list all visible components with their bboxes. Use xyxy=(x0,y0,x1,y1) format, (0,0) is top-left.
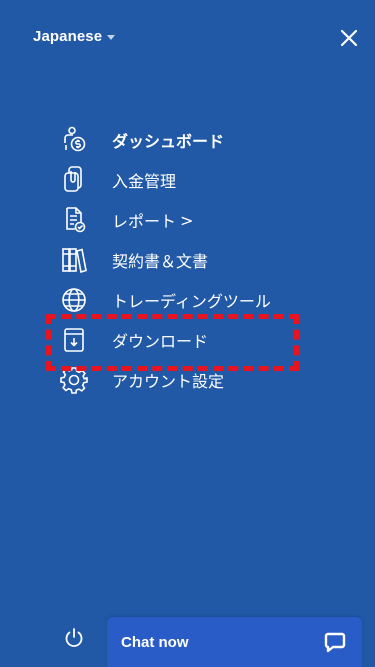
menu-item-account-settings[interactable]: アカウント設定 xyxy=(60,360,310,400)
language-selector[interactable]: Japanese xyxy=(33,28,116,45)
side-menu: ダッシュボード 入金管理 レポート > 契約書＆文書 トレーディングツール ダウ… xyxy=(60,120,310,400)
chevron-down-icon xyxy=(107,35,116,40)
menu-item-label: 契約書＆文書 xyxy=(112,252,209,271)
menu-item-label: トレーディングツール xyxy=(112,292,271,311)
close-icon[interactable] xyxy=(340,29,358,47)
menu-item-download[interactable]: ダウンロード xyxy=(60,320,310,360)
chevron-right-icon: > xyxy=(180,210,194,230)
language-label: Japanese xyxy=(33,28,103,45)
globe-tools-icon xyxy=(60,286,88,314)
menu-item-label: レポート xyxy=(112,212,177,231)
contracts-binders-icon xyxy=(60,246,88,274)
power-icon[interactable] xyxy=(63,627,85,649)
chat-bubble-icon xyxy=(324,632,346,653)
menu-item-label: アカウント設定 xyxy=(112,372,225,391)
menu-item-label: ダウンロード xyxy=(112,332,209,351)
funds-management-icon xyxy=(60,166,88,194)
chat-now-button[interactable]: Chat now xyxy=(107,617,362,667)
dashboard-person-dollar-icon xyxy=(60,126,88,154)
chat-label: Chat now xyxy=(121,633,189,651)
download-icon xyxy=(60,326,88,354)
gear-icon xyxy=(60,366,88,394)
menu-item-trading-tools[interactable]: トレーディングツール xyxy=(60,280,310,320)
report-document-icon xyxy=(60,206,88,234)
menu-item-label: ダッシュボード xyxy=(112,132,225,151)
menu-item-reports[interactable]: レポート > xyxy=(60,200,310,240)
menu-item-dashboard[interactable]: ダッシュボード xyxy=(60,120,310,160)
menu-item-label: 入金管理 xyxy=(112,172,177,191)
menu-item-contracts[interactable]: 契約書＆文書 xyxy=(60,240,310,280)
menu-item-funds[interactable]: 入金管理 xyxy=(60,160,310,200)
